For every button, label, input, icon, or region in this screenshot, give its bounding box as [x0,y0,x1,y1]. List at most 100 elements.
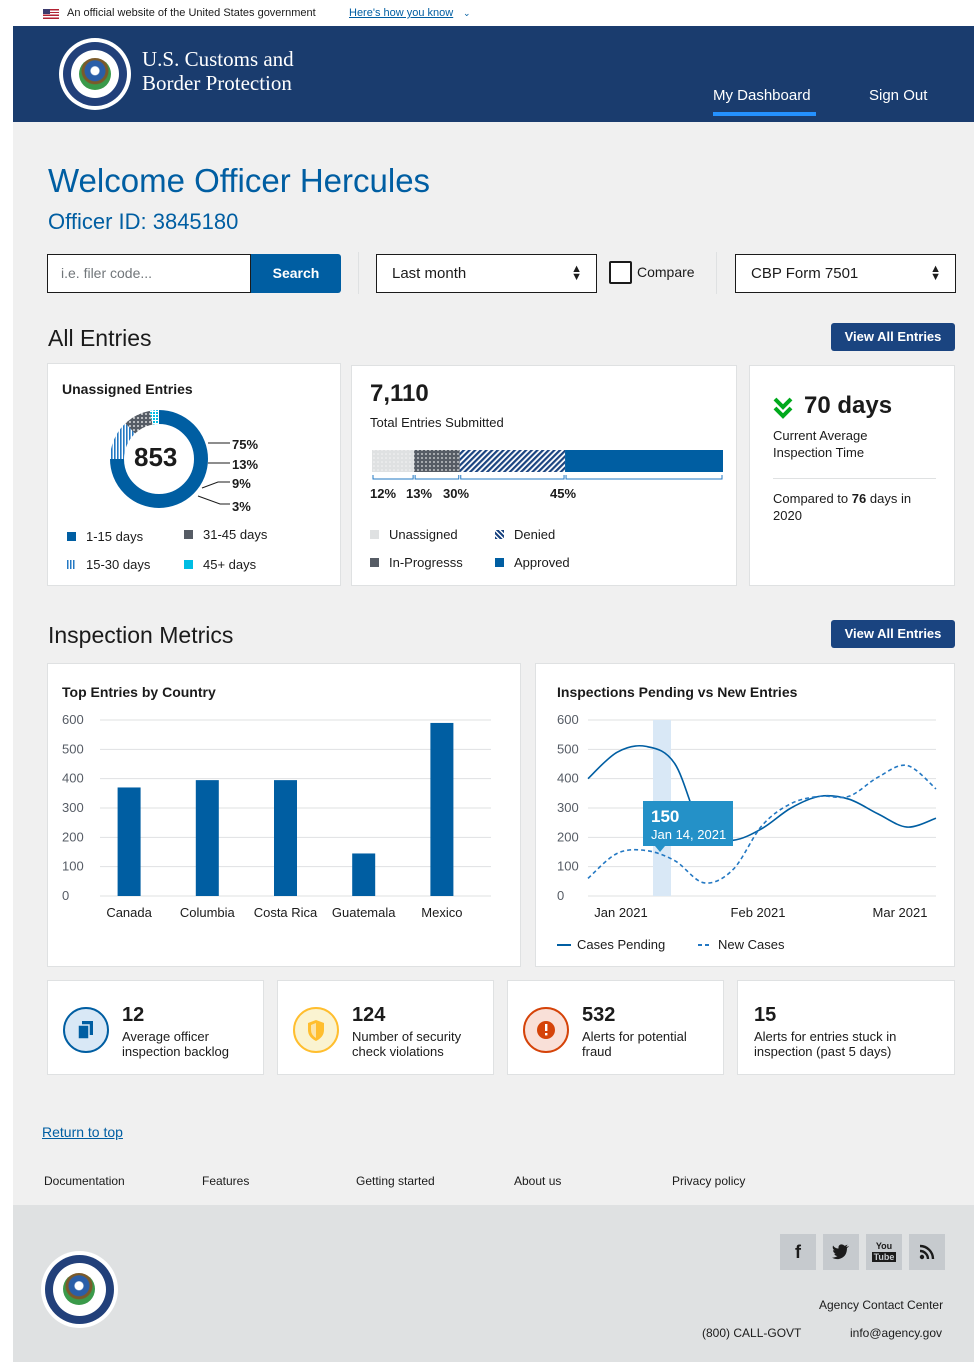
bar-mexico[interactable] [430,722,454,896]
chart-tooltip: 150 Jan 14, 2021 [643,801,733,852]
series-line-new-cases [587,764,937,884]
legend-denied: Denied [495,527,555,542]
legend-label: In-Progresss [389,555,463,570]
stat-label-line1: Average officer [122,1029,209,1044]
line-chart-card: Inspections Pending vs New Entries 600 50… [535,663,955,967]
return-to-top-link[interactable]: Return to top [42,1124,123,1140]
series-line-cases-pending [587,744,937,844]
footer-link-about[interactable]: About us [514,1174,561,1188]
stack-seg-in-progress [414,450,460,472]
stack-seg-denied [459,450,566,472]
nav-sign-out[interactable]: Sign Out [869,87,927,104]
legend-unassigned: Unassigned [370,527,458,542]
footer-link-features[interactable]: Features [202,1174,249,1188]
twitter-icon[interactable] [823,1234,859,1270]
nav-active-indicator [713,112,816,116]
stack-pct-1: 12% [370,486,397,501]
form-select-value: CBP Form 7501 [751,265,859,282]
y-tick-label: 600 [62,712,84,727]
alert-icon [523,1007,569,1053]
compare-label: Compare [637,264,695,280]
legend-label: 15-30 days [86,557,151,572]
bar-columbia[interactable] [195,780,219,896]
stat-label: Alerts for entries stuck in inspection (… [754,1029,896,1059]
legend-swatch [67,532,76,541]
y-tick-label: 200 [557,829,579,844]
x-tick-label: Costa Rica [254,905,318,920]
bar-costa-rica[interactable] [274,780,297,896]
stat-label-line2: inspection backlog [122,1044,229,1059]
nav-my-dashboard[interactable]: My Dashboard [713,87,811,104]
all-entries-title: All Entries [48,325,152,351]
total-entries-label: Total Entries Submitted [370,415,504,430]
contact-phone[interactable]: (800) CALL-GOVT [702,1326,801,1340]
contact-email[interactable]: info@agency.gov [850,1326,942,1340]
search-button[interactable]: Search [251,254,341,293]
sort-arrows-icon: ▲ ▼ [571,263,582,283]
x-tick-label: Canada [106,905,152,920]
stack-pct-2: 13% [406,486,433,501]
legend-in-progress: In-Progresss [370,555,463,570]
unassigned-donut [110,410,230,508]
y-tick-label: 600 [557,712,579,727]
facebook-icon[interactable]: f [780,1234,816,1270]
page: An official website of the United States… [13,0,974,1362]
legend-15-30: 15-30 days [67,557,150,572]
stat-card-stuck[interactable]: 15 Alerts for entries stuck in inspectio… [737,980,955,1075]
rss-icon[interactable] [909,1234,945,1270]
line-chart: 600 500 400 300 200 100 0 Jan 2021 Feb 2021 Mar 2… [557,712,937,920]
x-tick-label: Mar 2021 [873,905,928,920]
officer-id: Officer ID: 3845180 [48,209,239,234]
site-footer: f You Tube Agency Contact Center (800) CA… [13,1205,974,1362]
stack-seg-unassigned [372,450,415,472]
agency-name-line2: Border Protection [142,71,292,95]
youtube-icon[interactable]: You Tube [866,1234,902,1270]
pct-label-3: 9% [232,476,251,491]
legend-swatch [370,558,379,567]
gov-banner-text: An official website of the United States… [67,7,316,19]
view-all-entries-button[interactable]: View All Entries [831,323,955,351]
footer-link-documentation[interactable]: Documentation [44,1174,125,1188]
search-input[interactable]: i.e. filer code... [47,254,251,293]
heres-how-you-know-link[interactable]: Here's how you know [349,0,453,26]
stat-label-line1: Alerts for potential [582,1029,687,1044]
stack-pct-4: 45% [550,486,577,501]
footer-link-getting-started[interactable]: Getting started [356,1174,435,1188]
compare-value: 76 [851,491,867,506]
view-all-entries-button-2[interactable]: View All Entries [831,620,955,648]
period-select[interactable]: Last month ▲ ▼ [376,254,597,293]
bar-canada[interactable] [117,787,141,896]
pct-label-1: 75% [232,437,259,452]
y-tick-label: 100 [557,859,579,874]
bar-chart-card: Top Entries by Country 600 500 400 300 200 10… [47,663,521,967]
unassigned-total: 853 [134,442,178,472]
footer-link-privacy[interactable]: Privacy policy [672,1174,745,1188]
legend-label: Approved [514,555,570,570]
chevron-down-icon[interactable]: ⌄ [463,0,471,26]
compare-checkbox[interactable] [609,261,632,284]
stat-card-fraud[interactable]: 532 Alerts for potential fraud [507,980,724,1075]
divider [773,478,936,479]
y-tick-label: 300 [557,800,579,815]
agency-name[interactable]: U.S. Customs and Border Protection [142,47,294,95]
y-tick-label: 400 [557,771,579,786]
stat-card-backlog[interactable]: 12 Average officer inspection backlog [47,980,264,1075]
form-select[interactable]: CBP Form 7501 ▲ ▼ [735,254,956,293]
x-tick-label: Jan 2021 [594,905,648,920]
stat-label-line2: fraud [582,1044,612,1059]
stat-label-line1: Alerts for entries stuck in [754,1029,897,1044]
legend-label: Unassigned [389,527,458,542]
donut-slice-31-45 [125,410,153,434]
pct-label-4: 3% [232,499,251,514]
sort-arrows-icon: ▲ ▼ [930,263,941,283]
legend-swatch [370,530,379,539]
donut-slice-45-plus [149,410,160,425]
gov-banner: An official website of the United States… [13,0,974,26]
stat-number: 532 [582,1004,616,1026]
divider [358,252,359,294]
inspection-time-value: 70 days [804,392,893,419]
stack-seg-approved [565,450,723,472]
stat-card-security[interactable]: 124 Number of security check violations [277,980,494,1075]
x-tick-label: Guatemala [332,905,396,920]
bar-guatemala[interactable] [352,853,376,896]
